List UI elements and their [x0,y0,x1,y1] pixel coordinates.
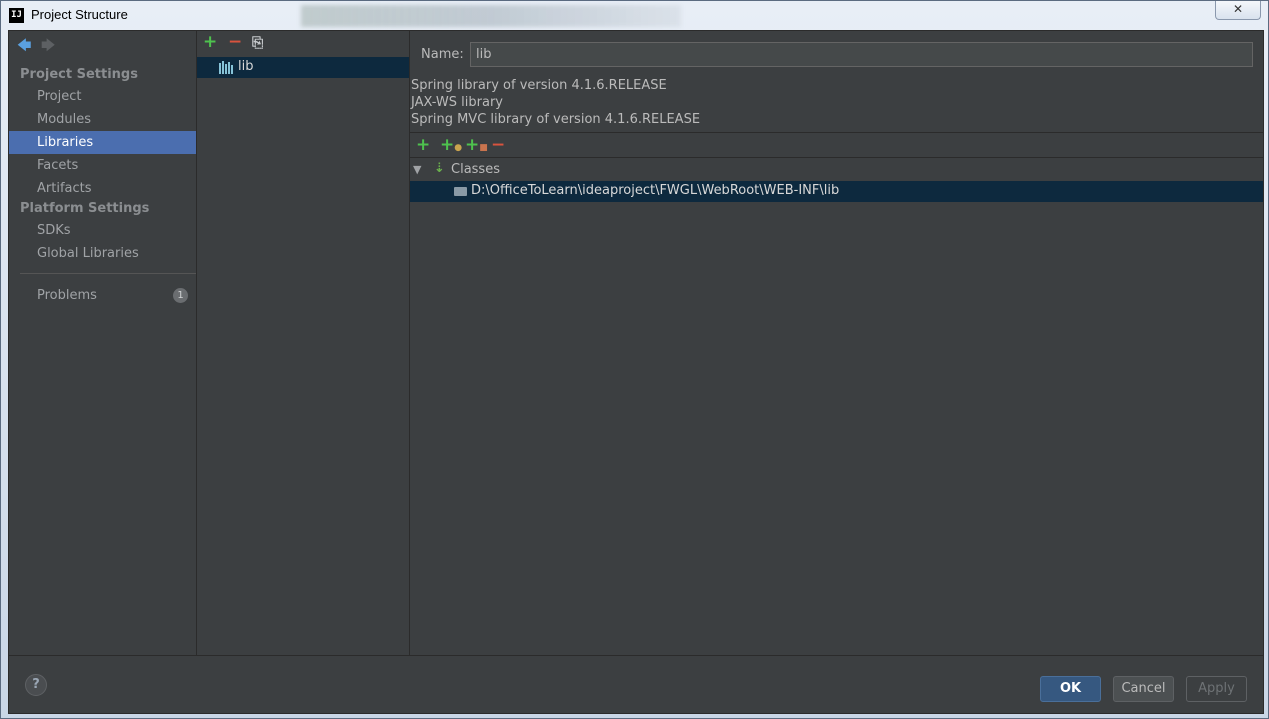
help-button[interactable]: ? [25,674,47,696]
remove-library-icon[interactable]: − [228,34,242,51]
nav-item-sdks[interactable]: SDKs [9,219,196,242]
add-library-icon[interactable]: + [203,34,217,51]
nav-divider [20,273,196,274]
library-description-line: Spring MVC library of version 4.1.6.RELE… [411,112,701,127]
classes-path-row[interactable]: D:\OfficeToLearn\ideaproject\FWGL\WebRoo… [410,181,1263,202]
problems-label: Problems [37,288,97,303]
back-arrow-icon[interactable]: 🡄 [17,38,31,54]
libraries-list-panel: + − ⎘ lib [197,31,410,655]
platform-settings-header: Platform Settings [20,201,150,216]
library-list-item[interactable]: lib [197,57,409,78]
close-button[interactable]: ✕ [1215,1,1261,20]
expand-toggle-icon[interactable]: ▼ [413,163,421,176]
nav-item-facets[interactable]: Facets [9,154,196,177]
library-icon [219,61,233,74]
background-window-blur [301,5,681,27]
dialog-footer: ? OK Cancel Apply [9,655,1263,713]
project-structure-dialog: IJ Project Structure ✕ 🡄 🡆 Project Setti… [0,0,1269,719]
nav-item-project[interactable]: Project [9,85,196,108]
cancel-button[interactable]: Cancel [1113,676,1174,702]
detail-divider [410,132,1263,133]
classes-path: D:\OfficeToLearn\ideaproject\FWGL\WebRoo… [471,183,840,198]
library-detail-panel: Name: lib Spring library of version 4.1.… [410,31,1263,655]
jar-directory-icon [454,187,467,196]
settings-nav: 🡄 🡆 Project Settings Project Modules Lib… [9,31,197,655]
add-classes-icon[interactable]: +● [440,137,462,157]
intellij-app-icon: IJ [9,8,24,23]
classes-label: Classes [451,162,500,177]
remove-root-icon[interactable]: − [491,137,505,154]
library-description-line: Spring library of version 4.1.6.RELEASE [411,78,667,93]
library-name-field[interactable]: lib [470,42,1253,67]
name-label: Name: [421,47,464,62]
add-jar-icon[interactable]: +■ [465,137,488,157]
add-icon[interactable]: + [416,137,430,154]
nav-item-global-libraries[interactable]: Global Libraries [9,242,196,265]
ok-button[interactable]: OK [1040,676,1101,702]
library-name: lib [238,59,254,74]
dialog-content: 🡄 🡆 Project Settings Project Modules Lib… [8,30,1264,714]
classes-root-icon: ⇣ [434,161,445,176]
library-description-line: JAX-WS library [411,95,503,110]
nav-item-modules[interactable]: Modules [9,108,196,131]
problems-count-badge: 1 [173,288,188,303]
nav-item-artifacts[interactable]: Artifacts [9,177,196,200]
window-title: Project Structure [31,7,128,22]
nav-item-libraries[interactable]: Libraries [9,131,196,154]
copy-library-icon[interactable]: ⎘ [252,35,263,52]
libraries-toolbar: + − ⎘ [197,31,409,55]
apply-button[interactable]: Apply [1186,676,1247,702]
title-bar: IJ Project Structure ✕ [1,1,1268,30]
classes-tree-node[interactable]: ▼ ⇣ Classes [410,160,1263,180]
nav-item-problems[interactable]: Problems 1 [9,284,196,307]
classes-toolbar: + +● +■ − [410,134,1263,158]
project-settings-header: Project Settings [20,67,138,82]
forward-arrow-icon[interactable]: 🡆 [41,38,55,54]
